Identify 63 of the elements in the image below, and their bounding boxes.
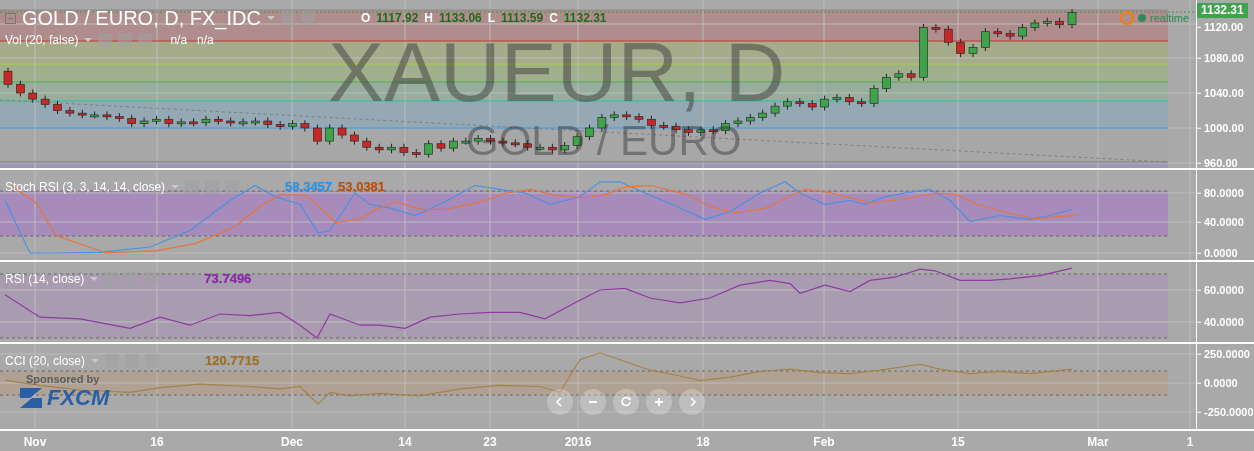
time-axis-label: 2016 [564, 434, 592, 451]
indicator-value: 58.3457 [285, 178, 333, 196]
scroll-right-button[interactable] [679, 389, 705, 415]
sponsor-logo: FXCM [47, 387, 110, 409]
dropdown-caret-icon[interactable] [266, 16, 275, 20]
logo-icon [17, 385, 45, 411]
axis-label: 1040.00 [1197, 84, 1244, 102]
ohlc-label: C [549, 10, 558, 27]
axis-label: 40.0000 [1197, 213, 1244, 231]
volume-title: Vol (20, false) [5, 32, 79, 49]
refresh-icon [619, 395, 633, 409]
reset-button[interactable] [613, 389, 639, 415]
time-axis-label: Feb [813, 434, 835, 451]
ohlc-value: 1133.06 [439, 10, 482, 27]
dropdown-caret-icon[interactable] [91, 358, 100, 363]
symbol-title: GOLD / EURO, D, FX_IDC [22, 7, 261, 29]
plus-icon [652, 395, 666, 409]
time-axis-label: Dec [281, 434, 303, 451]
status-dot-icon [1138, 14, 1146, 23]
sponsor-caption: Sponsored by [26, 373, 100, 385]
dropdown-caret-icon[interactable] [90, 276, 99, 281]
collapse-icon[interactable] [5, 12, 16, 24]
status-label: realtime [1150, 11, 1190, 26]
dropdown-caret-icon[interactable] [84, 38, 93, 42]
axis-label: 0.0000 [1197, 244, 1238, 262]
volume-value: n/a [197, 32, 214, 49]
axis-label: 250.0000 [1197, 345, 1250, 363]
time-axis-label: 15 [951, 434, 965, 451]
indicator-value: 53.0381 [338, 178, 386, 196]
dropdown-caret-icon[interactable] [171, 184, 180, 189]
time-axis-label: Nov [23, 434, 47, 451]
axis-label: 1080.00 [1197, 49, 1244, 67]
indicator-value: 73.7496 [204, 270, 252, 288]
indicator-value: 120.7715 [205, 352, 260, 370]
axis-label: -250.0000 [1197, 403, 1254, 421]
axis-label: 40.0000 [1197, 313, 1244, 331]
ohlc-value: 1117.92 [376, 10, 419, 27]
time-axis-label: 14 [398, 434, 412, 451]
zoom-in-button[interactable] [646, 389, 672, 415]
last-price-label: 1132.31 [1197, 3, 1248, 18]
axis-label: 80.0000 [1197, 184, 1244, 202]
ohlc-label: L [487, 10, 496, 27]
scroll-left-button[interactable] [547, 389, 573, 415]
symbol-watermark: XAUEUR, D [328, 30, 786, 114]
indicator-title: RSI (14, close) [5, 270, 85, 288]
ohlc-value: 1132.31 [563, 10, 607, 27]
axis-label: 60.0000 [1197, 281, 1244, 299]
time-axis-label: 1 [1186, 434, 1194, 451]
zoom-out-button[interactable] [580, 389, 606, 415]
time-axis-label: Mar [1087, 434, 1109, 451]
axis-label: 1120.00 [1197, 18, 1244, 36]
time-axis-label: 23 [483, 434, 497, 451]
ohlc-value: 1113.59 [501, 10, 544, 27]
time-axis-label: 18 [696, 434, 710, 451]
indicator-title: Stoch RSI (3, 3, 14, 14, close) [5, 178, 166, 196]
volume-value: n/a [170, 32, 188, 49]
indicator-title: CCI (20, close) [5, 352, 86, 370]
time-axis-label: 16 [150, 434, 164, 451]
axis-label: 1000.00 [1197, 119, 1244, 137]
ohlc-label: H [424, 10, 433, 27]
ohlc-label: O [360, 10, 371, 27]
axis-label: 960.00 [1197, 154, 1238, 172]
axis-label: 0.0000 [1197, 374, 1238, 392]
